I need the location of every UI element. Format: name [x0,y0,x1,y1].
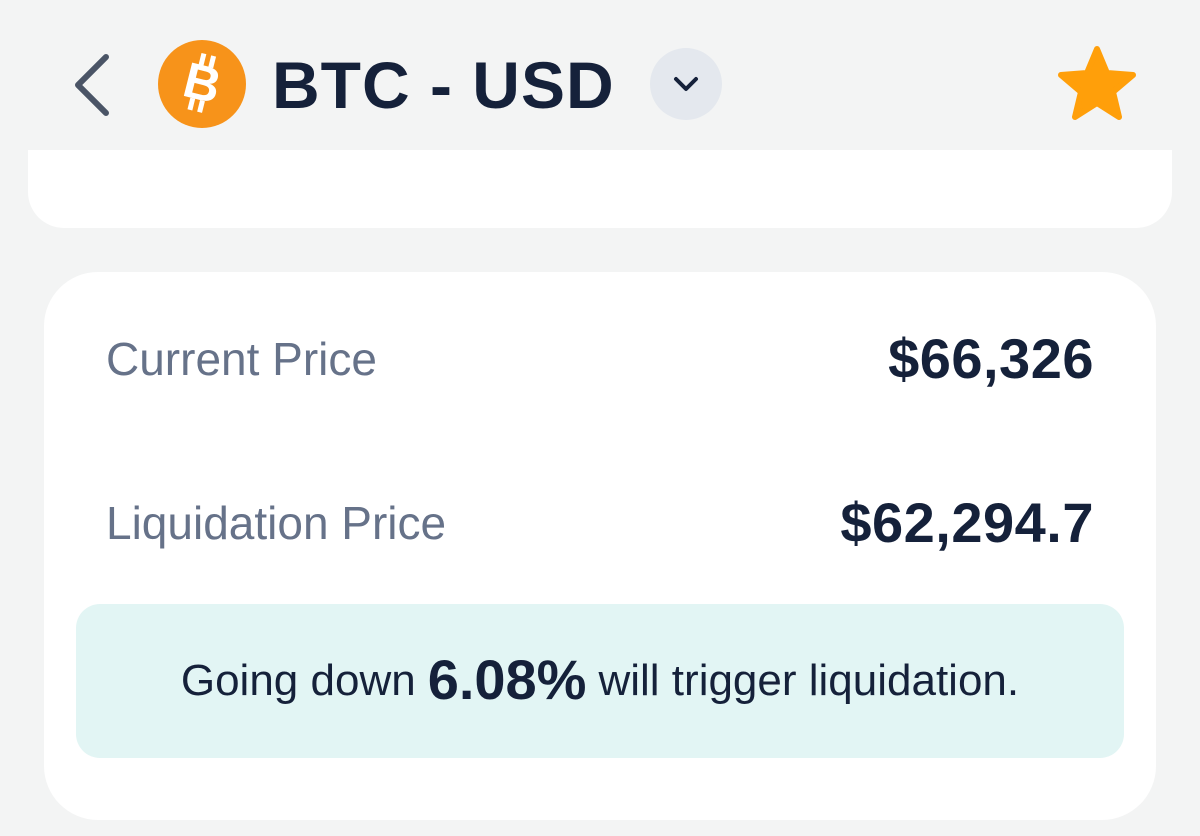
warning-percent: 6.08% [427,647,587,711]
liquidation-warning: Going down 6.08% will trigger liquidatio… [76,604,1124,758]
warning-prefix: Going down [180,656,416,705]
current-price-value: $66,326 [888,327,1094,390]
header-bar: B BTC - USD [0,0,1200,170]
favorite-button[interactable] [1052,40,1142,126]
liquidation-price-value: $62,294.7 [840,491,1094,554]
bitcoin-symbol: B [178,51,227,114]
pair-dropdown-button[interactable] [650,48,722,120]
previous-card [28,150,1172,228]
chevron-down-icon [674,77,698,91]
star-icon [1058,46,1136,120]
trade-detail-screen: B BTC - USD Current Price $66,326 Liquid… [0,0,1200,836]
liquidation-info-card: Current Price $66,326 Liquidation Price … [44,272,1156,820]
current-price-label: Current Price [106,333,377,385]
back-button[interactable] [62,50,122,120]
bitcoin-icon: B [158,40,246,128]
warning-suffix: will trigger liquidation. [598,656,1020,705]
chevron-left-icon [75,54,109,116]
liquidation-price-label: Liquidation Price [106,497,447,549]
pair-title: BTC - USD [272,48,615,122]
